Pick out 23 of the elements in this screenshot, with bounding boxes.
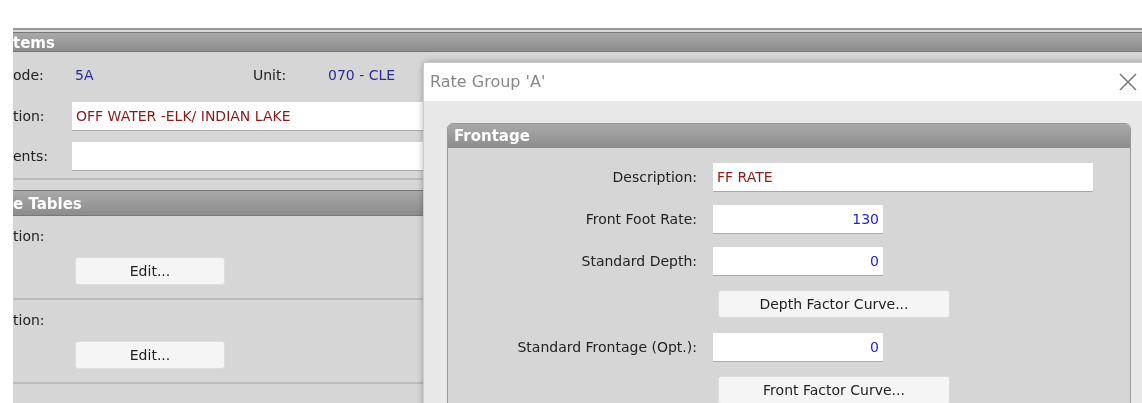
dialog-title: Rate Group 'A' bbox=[430, 71, 546, 93]
edit-button[interactable]: Edit... bbox=[75, 257, 225, 285]
input-field[interactable]: 0 bbox=[713, 246, 883, 276]
field-label: ents: bbox=[13, 146, 49, 166]
close-icon[interactable] bbox=[1118, 72, 1138, 92]
input-field[interactable]: 0 bbox=[713, 332, 883, 362]
input-field[interactable]: 130 bbox=[713, 204, 883, 234]
field-label: Description: bbox=[611, 167, 698, 187]
field-label: tion: bbox=[13, 227, 46, 246]
field-label: Standard Depth: bbox=[580, 251, 698, 271]
field-label: Unit: bbox=[253, 65, 288, 85]
curve-button[interactable]: Front Factor Curve... bbox=[718, 376, 950, 403]
field-label: Standard Frontage (Opt.): bbox=[516, 337, 698, 357]
field-label: tion: bbox=[13, 106, 46, 126]
field-label: tion: bbox=[13, 311, 46, 330]
edit-button[interactable]: Edit... bbox=[75, 341, 225, 369]
input-field[interactable]: FF RATE bbox=[713, 162, 1093, 192]
field-label: ode: bbox=[13, 65, 45, 85]
curve-button[interactable]: Depth Factor Curve... bbox=[718, 290, 950, 318]
group-header: Frontage bbox=[448, 124, 1130, 148]
code-value: 5A bbox=[75, 65, 95, 85]
unit-value: 070 - CLE bbox=[328, 65, 396, 85]
section-header: tems bbox=[13, 32, 1142, 52]
